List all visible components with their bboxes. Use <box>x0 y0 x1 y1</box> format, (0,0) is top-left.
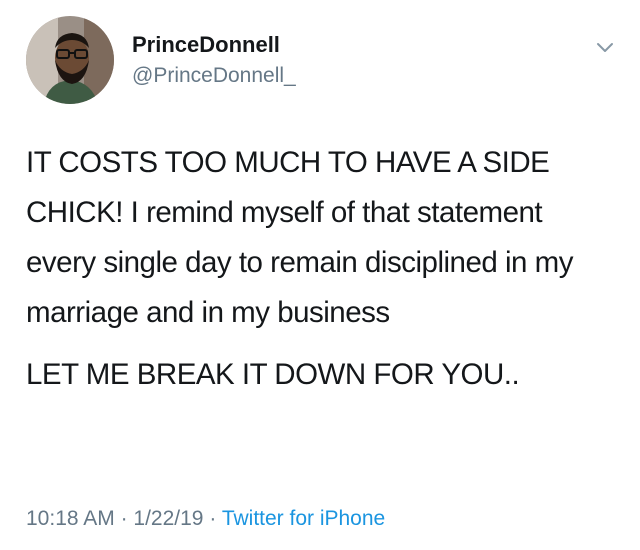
meta-separator: · <box>120 507 128 530</box>
tweet-paragraph-2: LET ME BREAK IT DOWN FOR YOU.. <box>26 358 520 391</box>
tweet-time[interactable]: 10:18 AM <box>26 507 115 530</box>
handle[interactable]: @PrinceDonnell_ <box>132 62 296 90</box>
tweet-date[interactable]: 1/22/19 <box>133 507 203 530</box>
tweet-header: PrinceDonnell @PrinceDonnell_ <box>26 16 616 106</box>
tweet-paragraph-1: IT COSTS TOO MUCH TO HAVE A SIDE CHICK! … <box>26 146 573 329</box>
tweet-card: PrinceDonnell @PrinceDonnell_ IT COSTS T… <box>0 0 640 550</box>
avatar-image <box>26 16 114 104</box>
avatar[interactable] <box>26 16 114 104</box>
chevron-down-icon[interactable] <box>594 36 616 58</box>
tweet-meta: 10:18 AM · 1/22/19 · Twitter for iPhone <box>26 504 385 534</box>
tweet-text: IT COSTS TOO MUCH TO HAVE A SIDE CHICK! … <box>26 138 616 400</box>
meta-separator: · <box>209 507 217 530</box>
tweet-source-link[interactable]: Twitter for iPhone <box>222 507 385 530</box>
display-name[interactable]: PrinceDonnell <box>132 32 296 58</box>
author-names: PrinceDonnell @PrinceDonnell_ <box>132 32 296 90</box>
